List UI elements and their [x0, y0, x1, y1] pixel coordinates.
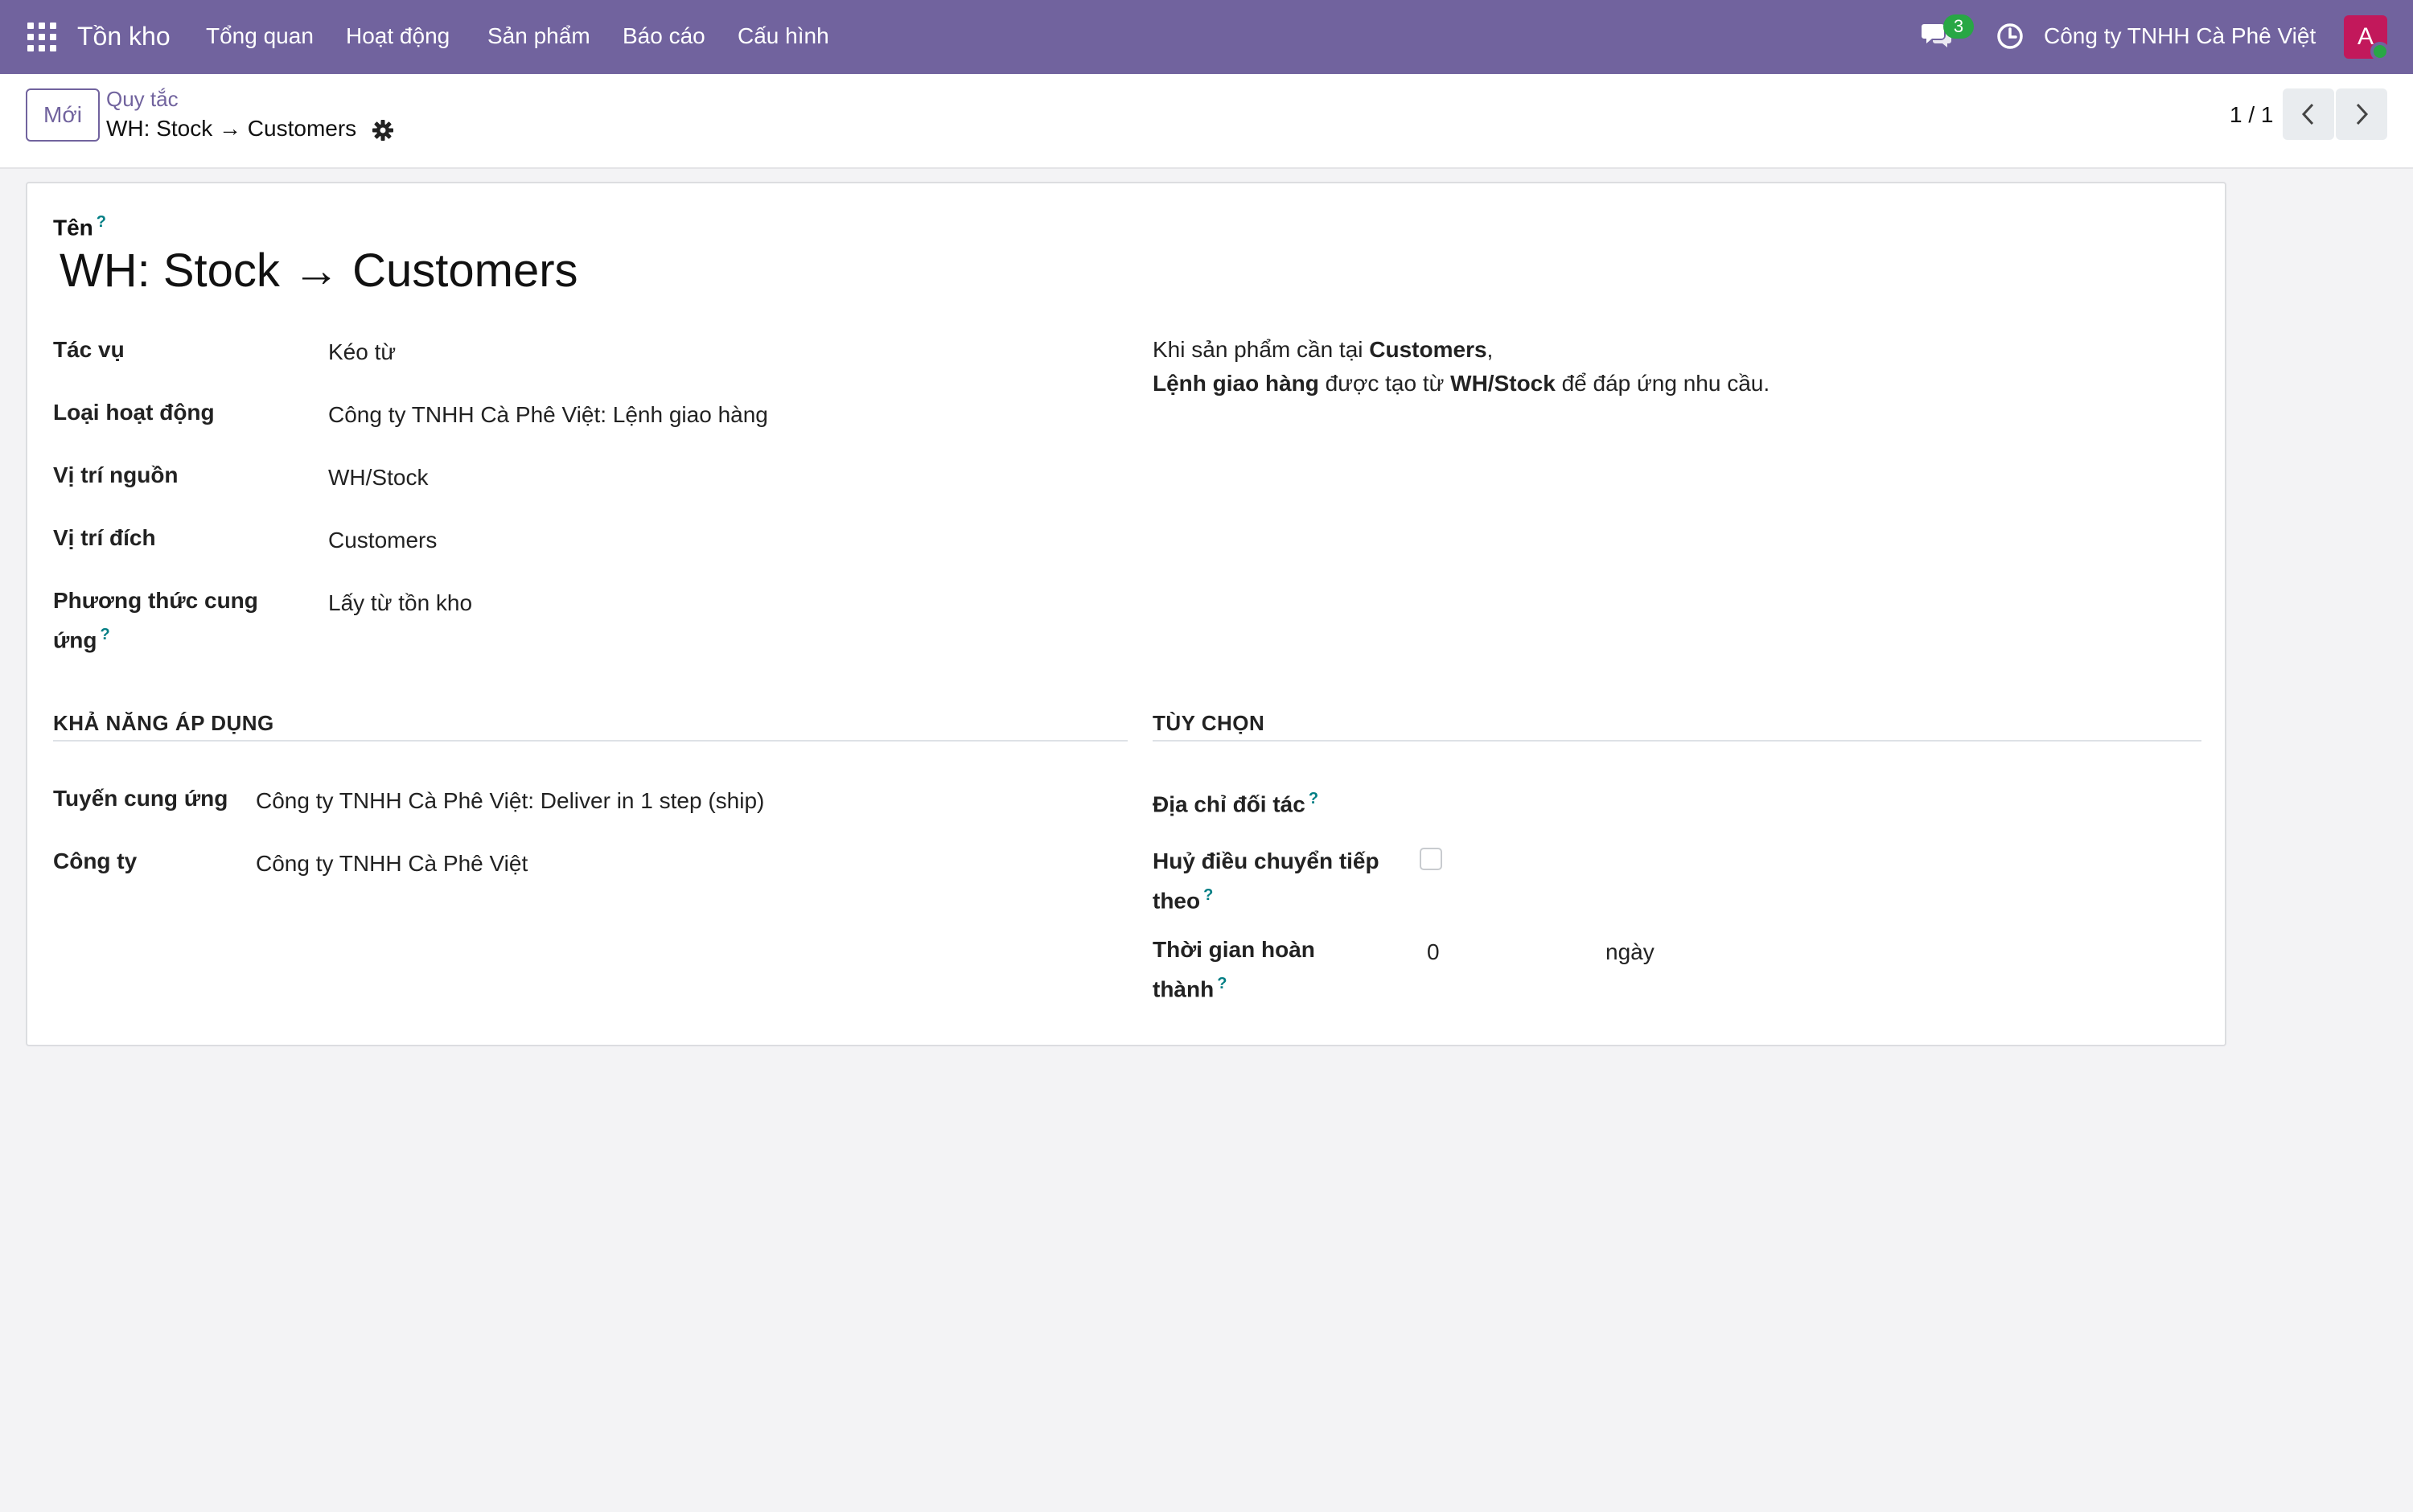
help-tooltip-icon[interactable]: ?: [100, 626, 109, 643]
partner-address-label: Địa chỉ đối tác?: [1153, 790, 1319, 817]
company-field[interactable]: Công ty TNHH Cà Phê Việt: [256, 848, 528, 880]
lead-time-label-line1: Thời gian hoàn: [1153, 937, 1315, 962]
applicability-section-title: KHẢ NĂNG ÁP DỤNG: [53, 711, 274, 735]
pager-value[interactable]: 1 / 1: [2230, 100, 2273, 130]
help-tooltip-icon[interactable]: ?: [97, 213, 106, 231]
app-title[interactable]: Tồn kho: [77, 19, 171, 53]
cancel-propagation-checkbox[interactable]: [1420, 848, 1442, 870]
chevron-left-icon: [2301, 103, 2314, 125]
destination-location-field[interactable]: Customers: [328, 524, 437, 557]
menu-operations[interactable]: Hoạt động: [346, 22, 450, 51]
menu-products[interactable]: Sản phẩm: [487, 22, 590, 51]
cancel-propagation-label-line1: Huỷ điều chuyển tiếp: [1153, 848, 1379, 873]
section-divider: [53, 740, 1128, 742]
online-status-dot: [2370, 42, 2390, 61]
operation-type-field[interactable]: Công ty TNHH Cà Phê Việt: Lệnh giao hàng: [328, 399, 768, 431]
control-panel: Mới Quy tắc WH: Stock → Customers 1 / 1: [0, 74, 2413, 169]
activity-clock-icon[interactable]: [1996, 22, 2025, 51]
supply-method-label-line2: ứng?: [53, 626, 110, 653]
company-label: Công ty: [53, 848, 138, 873]
action-label: Tác vụ: [53, 337, 125, 362]
supply-method-label-line1: Phương thức cung: [53, 588, 258, 613]
action-field[interactable]: Kéo từ: [328, 336, 396, 368]
source-location-label: Vị trí nguồn: [53, 462, 179, 487]
supply-method-field[interactable]: Lấy từ tồn kho: [328, 587, 472, 619]
description-line-1: Khi sản phẩm cần tại Customers,: [1153, 337, 1494, 362]
pager-previous-button[interactable]: [2283, 88, 2334, 140]
message-count-badge: 3: [1943, 14, 1974, 39]
description-line-2: Lệnh giao hàng được tạo từ WH/Stock để đ…: [1153, 371, 1770, 396]
form-sheet: Tên? WH: Stock → Customers Tác vụ Kéo từ…: [26, 182, 2226, 1046]
chevron-right-icon: [2356, 103, 2369, 125]
lead-time-input[interactable]: 0: [1427, 936, 1440, 968]
route-label: Tuyến cung ứng: [53, 786, 228, 811]
options-section-title: TÙY CHỌN: [1153, 711, 1265, 735]
lead-time-label-line2: thành?: [1153, 975, 1227, 1002]
breadcrumb-current: WH: Stock → Customers: [106, 116, 357, 141]
gear-icon[interactable]: [372, 119, 394, 142]
route-field[interactable]: Công ty TNHH Cà Phê Việt: Deliver in 1 s…: [256, 785, 764, 817]
company-switcher[interactable]: Công ty TNHH Cà Phê Việt: [2044, 22, 2316, 51]
app-menu-grid-icon[interactable]: [27, 23, 56, 51]
menu-reporting[interactable]: Báo cáo: [623, 22, 705, 51]
help-tooltip-icon[interactable]: ?: [1203, 886, 1213, 904]
operation-type-label: Loại hoạt động: [53, 400, 215, 425]
menu-configuration[interactable]: Cấu hình: [738, 22, 829, 51]
rule-name-field[interactable]: WH: Stock → Customers: [60, 243, 578, 299]
menu-overview[interactable]: Tổng quan: [206, 22, 314, 51]
help-tooltip-icon[interactable]: ?: [1217, 975, 1227, 992]
help-tooltip-icon[interactable]: ?: [1309, 790, 1318, 807]
new-button[interactable]: Mới: [26, 88, 100, 142]
source-location-field[interactable]: WH/Stock: [328, 462, 428, 494]
destination-location-label: Vị trí đích: [53, 525, 156, 550]
lead-time-unit: ngày: [1605, 939, 1655, 964]
breadcrumb-parent-link[interactable]: Quy tắc: [106, 85, 179, 113]
top-navbar: Tồn kho Tổng quan Hoạt động Sản phẩm Báo…: [0, 0, 2413, 74]
pager-next-button[interactable]: [2336, 88, 2387, 140]
cancel-propagation-label-line2: theo?: [1153, 886, 1214, 914]
section-divider: [1153, 740, 2201, 742]
rule-description: Khi sản phẩm cần tại Customers, Lệnh gia…: [1153, 333, 1770, 401]
name-label: Tên?: [53, 213, 106, 240]
